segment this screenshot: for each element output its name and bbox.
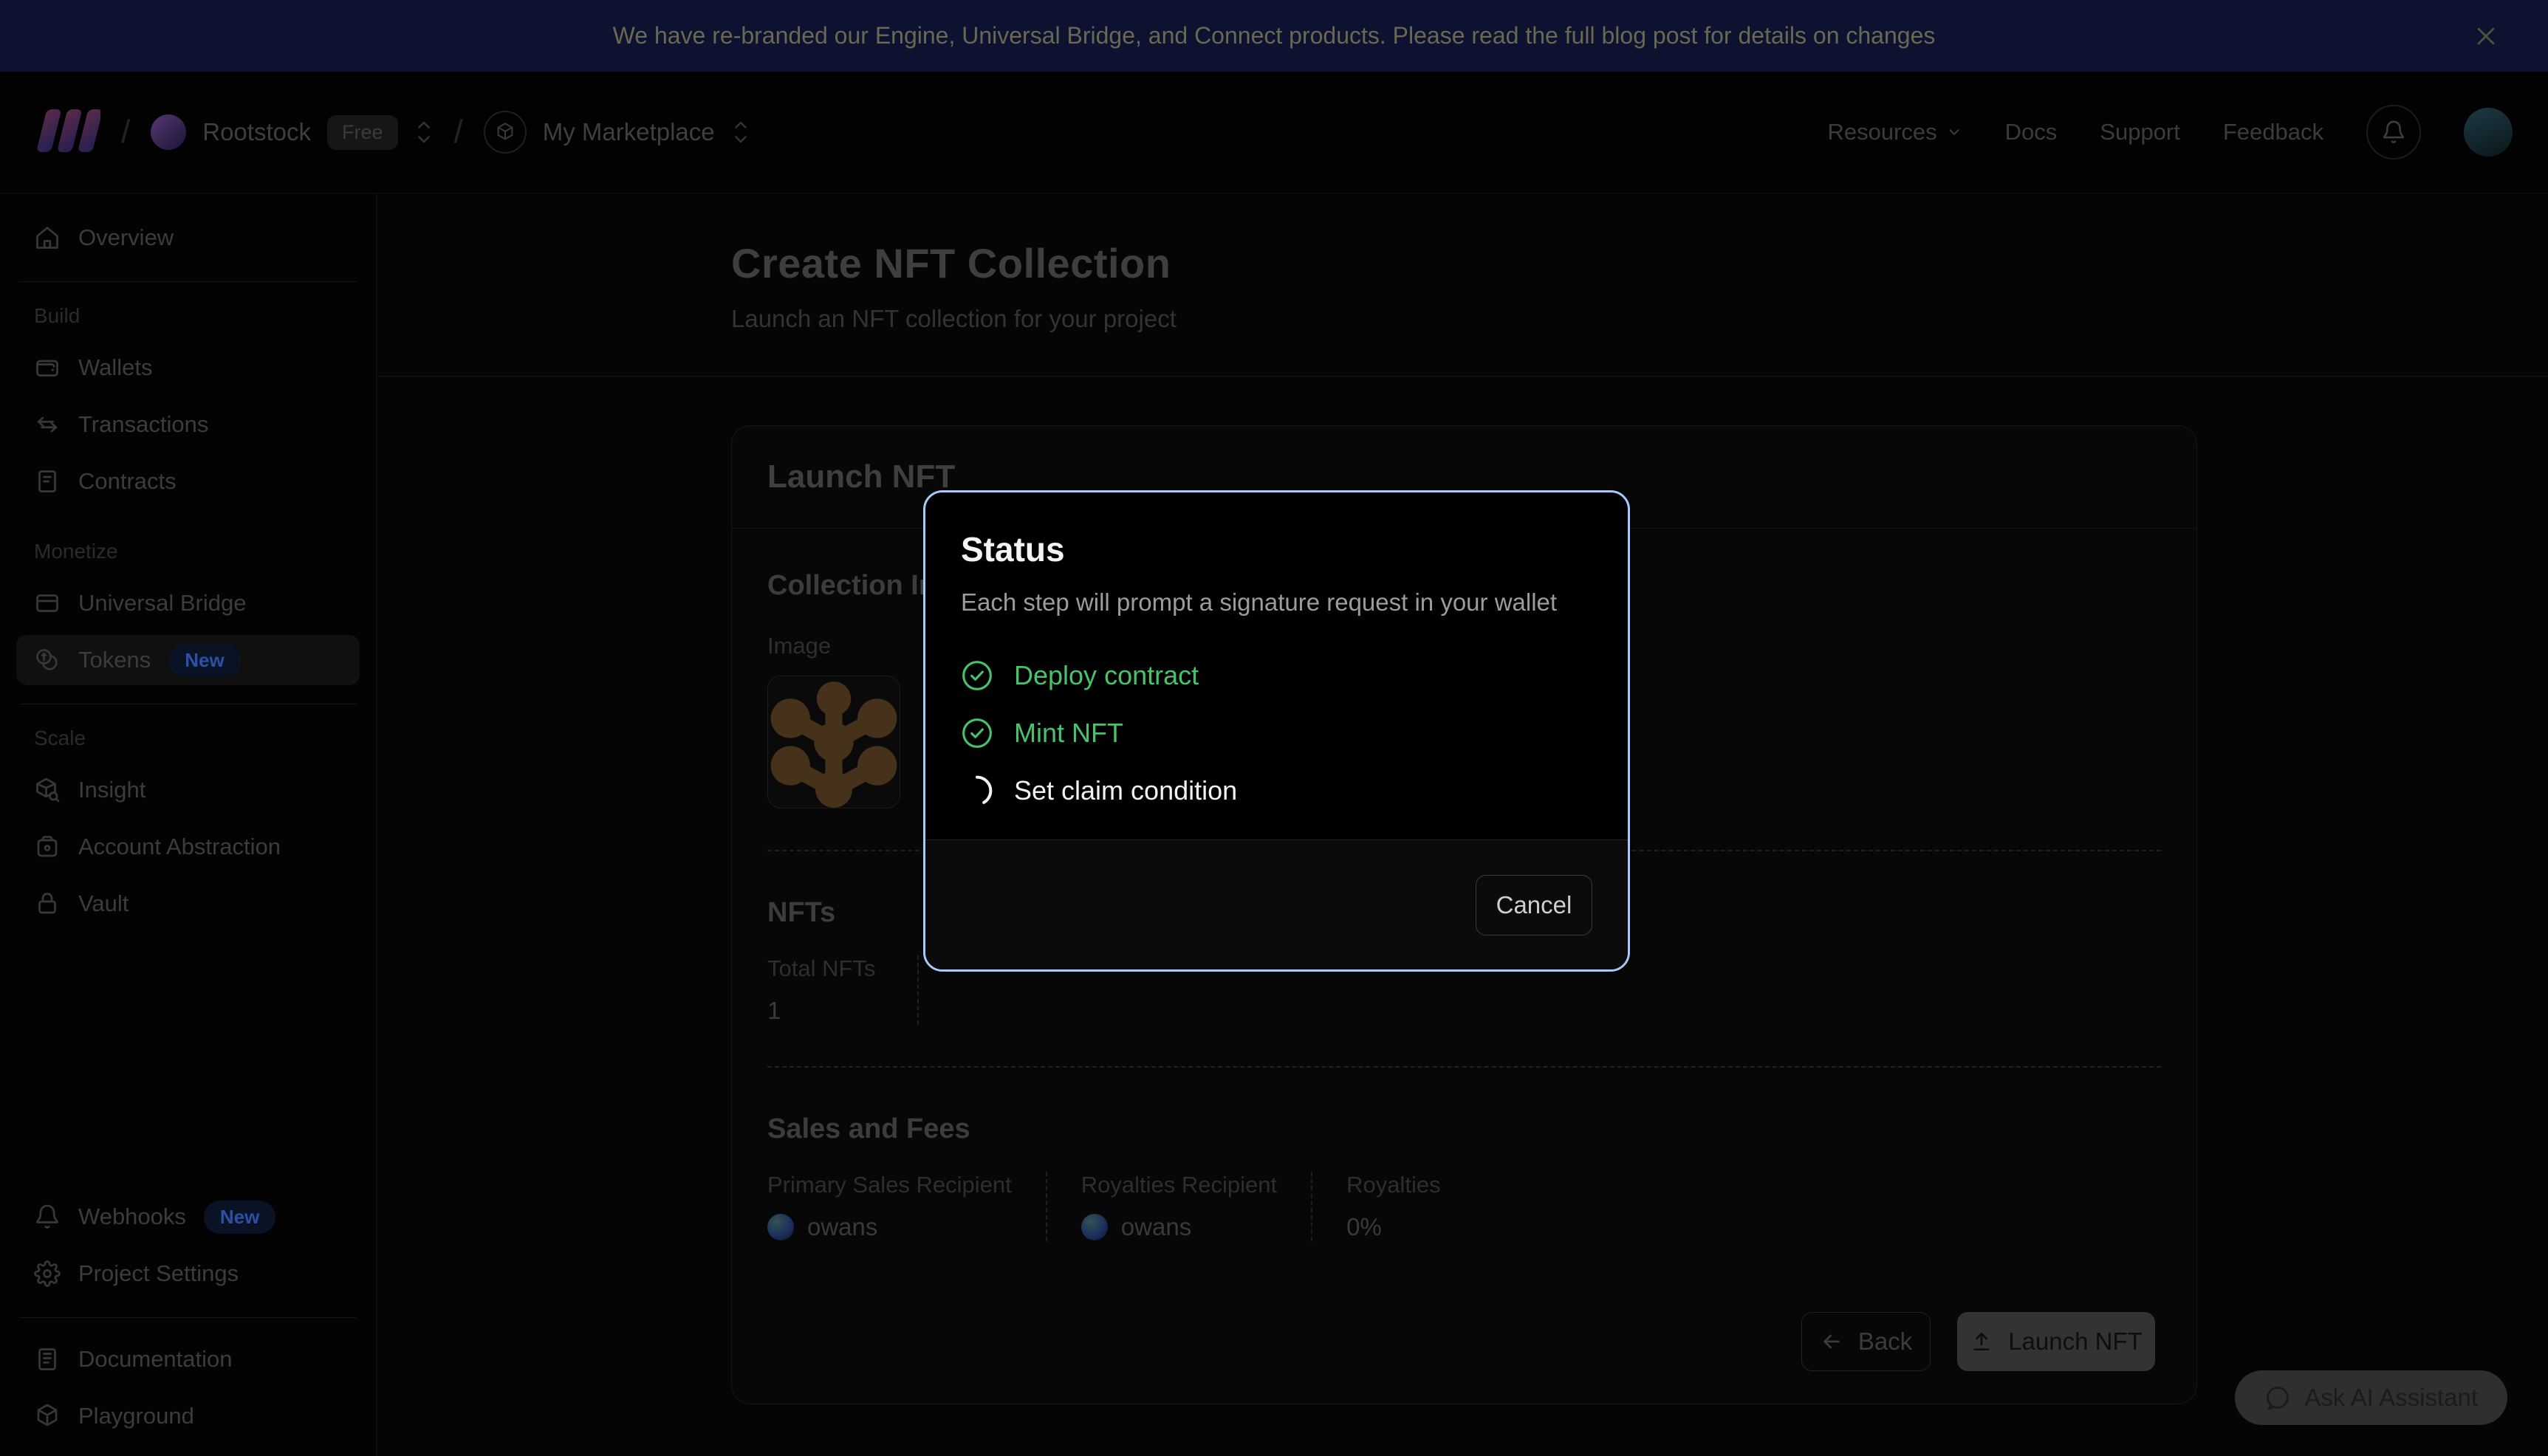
section-label-monetize: Monetize bbox=[34, 540, 360, 563]
chevron-updown-icon bbox=[414, 117, 434, 147]
royalties-recipient-label: Royalties Recipient bbox=[1081, 1172, 1277, 1198]
sidebar-item-account-abstraction[interactable]: Account Abstraction bbox=[16, 822, 360, 872]
modal-footer: Cancel bbox=[925, 839, 1628, 969]
arrow-left-icon bbox=[1820, 1330, 1843, 1353]
gear-icon bbox=[34, 1260, 61, 1287]
check-circle-icon bbox=[961, 717, 993, 749]
team-avatar bbox=[151, 114, 186, 150]
lock-icon bbox=[34, 890, 61, 917]
sidebar-item-vault[interactable]: Vault bbox=[16, 879, 360, 929]
total-nfts-column: Total NFTs 1 bbox=[767, 955, 919, 1025]
card-footer: Back Launch NFT bbox=[732, 1285, 2196, 1404]
step-mint-nft: Mint NFT bbox=[961, 717, 1592, 749]
plan-badge: Free bbox=[327, 115, 398, 150]
section-label-scale: Scale bbox=[34, 727, 360, 750]
royalties-recipient-column: Royalties Recipient owans bbox=[1081, 1172, 1312, 1241]
sidebar-item-overview[interactable]: Overview bbox=[16, 213, 360, 263]
project-switcher[interactable]: My Marketplace bbox=[484, 111, 750, 154]
sidebar-item-documentation[interactable]: Documentation bbox=[16, 1334, 360, 1384]
chat-bubble-icon bbox=[2264, 1384, 2291, 1411]
royalties-value: 0% bbox=[1346, 1213, 1441, 1241]
check-circle-icon bbox=[961, 659, 993, 692]
upload-icon bbox=[1970, 1330, 1993, 1353]
nft-image-preview bbox=[767, 676, 900, 808]
section-label-build: Build bbox=[34, 304, 360, 328]
home-icon bbox=[34, 224, 61, 251]
breadcrumb-separator: / bbox=[121, 114, 130, 151]
status-modal: Status Each step will prompt a signature… bbox=[923, 490, 1630, 972]
primary-sales-column: Primary Sales Recipient owans bbox=[767, 1172, 1047, 1241]
cube-search-icon bbox=[34, 777, 61, 803]
cube-icon bbox=[484, 111, 527, 154]
box-icon bbox=[34, 834, 61, 860]
sidebar-item-webhooks[interactable]: Webhooks New bbox=[16, 1192, 360, 1242]
royalties-column: Royalties 0% bbox=[1346, 1172, 1475, 1241]
banner-message: We have re-branded our Engine, Universal… bbox=[613, 22, 1936, 49]
nav-resources[interactable]: Resources bbox=[1827, 119, 1962, 145]
banner-close-icon[interactable] bbox=[2470, 20, 2502, 52]
app-root: We have re-branded our Engine, Universal… bbox=[0, 0, 2548, 1456]
document-icon bbox=[34, 468, 61, 495]
bell-icon bbox=[2381, 120, 2406, 145]
swap-arrows-icon bbox=[34, 411, 61, 438]
bell-icon bbox=[34, 1203, 61, 1230]
royalties-recipient-value: owans bbox=[1121, 1213, 1191, 1241]
chevron-down-icon bbox=[1946, 124, 1962, 140]
card-icon bbox=[34, 590, 61, 617]
divider bbox=[767, 1066, 2161, 1068]
page-title: Create NFT Collection bbox=[731, 239, 2548, 287]
book-icon bbox=[34, 1346, 61, 1373]
top-header: / Rootstock Free / My Marketplace bbox=[0, 72, 2548, 193]
nft-artwork bbox=[768, 676, 900, 808]
sidebar-item-tokens[interactable]: Tokens New bbox=[16, 635, 360, 685]
sidebar-item-wallets[interactable]: Wallets bbox=[16, 343, 360, 393]
card-title: Launch NFT bbox=[767, 459, 955, 495]
step-deploy-contract: Deploy contract bbox=[961, 659, 1592, 692]
notifications-button[interactable] bbox=[2366, 105, 2421, 159]
sidebar-item-universal-bridge[interactable]: Universal Bridge bbox=[16, 578, 360, 628]
cancel-button[interactable]: Cancel bbox=[1476, 875, 1592, 935]
team-switcher[interactable]: Rootstock Free bbox=[151, 114, 433, 150]
total-nfts-value: 1 bbox=[767, 997, 895, 1025]
royalties-label: Royalties bbox=[1346, 1172, 1441, 1198]
modal-subtitle: Each step will prompt a signature reques… bbox=[961, 588, 1592, 617]
recipient-avatar bbox=[1081, 1214, 1108, 1240]
rebrand-banner: We have re-branded our Engine, Universal… bbox=[0, 0, 2548, 72]
sidebar-item-project-settings[interactable]: Project Settings bbox=[16, 1249, 360, 1299]
divider bbox=[19, 1317, 357, 1318]
sidebar: Overview Build Wallets Transactions Cont… bbox=[0, 193, 377, 1456]
sales-fees-heading: Sales and Fees bbox=[767, 1113, 2161, 1145]
step-set-claim-condition: Set claim condition bbox=[961, 775, 1592, 807]
launch-nft-button[interactable]: Launch NFT bbox=[1957, 1312, 2155, 1371]
page-subtitle: Launch an NFT collection for your projec… bbox=[731, 305, 2548, 333]
recipient-avatar bbox=[767, 1214, 794, 1240]
nav-support[interactable]: Support bbox=[2100, 119, 2180, 145]
primary-sales-label: Primary Sales Recipient bbox=[767, 1172, 1012, 1198]
wallet-icon bbox=[34, 354, 61, 381]
cube-icon bbox=[34, 1403, 61, 1429]
team-name: Rootstock bbox=[202, 118, 311, 146]
thirdweb-logo[interactable] bbox=[35, 108, 100, 157]
spinner-icon bbox=[961, 775, 993, 807]
sidebar-item-transactions[interactable]: Transactions bbox=[16, 399, 360, 450]
back-button[interactable]: Back bbox=[1801, 1312, 1931, 1371]
webhooks-new-badge: New bbox=[204, 1201, 275, 1234]
tokens-new-badge: New bbox=[168, 644, 240, 677]
breadcrumb-separator: / bbox=[454, 114, 463, 151]
divider bbox=[19, 281, 357, 282]
ask-ai-assistant-button[interactable]: Ask AI Assistant bbox=[2235, 1370, 2507, 1425]
coins-icon bbox=[34, 647, 61, 673]
primary-sales-value: owans bbox=[807, 1213, 877, 1241]
modal-title: Status bbox=[961, 529, 1592, 569]
total-nfts-label: Total NFTs bbox=[767, 955, 895, 982]
project-name: My Marketplace bbox=[543, 118, 715, 146]
sidebar-item-contracts[interactable]: Contracts bbox=[16, 456, 360, 506]
sidebar-item-insight[interactable]: Insight bbox=[16, 765, 360, 815]
nav-feedback[interactable]: Feedback bbox=[2223, 119, 2323, 145]
chevron-updown-icon bbox=[731, 117, 750, 147]
nav-docs[interactable]: Docs bbox=[2005, 119, 2058, 145]
page-header: Create NFT Collection Launch an NFT coll… bbox=[377, 193, 2548, 377]
sidebar-item-playground[interactable]: Playground bbox=[16, 1391, 360, 1441]
user-avatar[interactable] bbox=[2464, 108, 2513, 157]
